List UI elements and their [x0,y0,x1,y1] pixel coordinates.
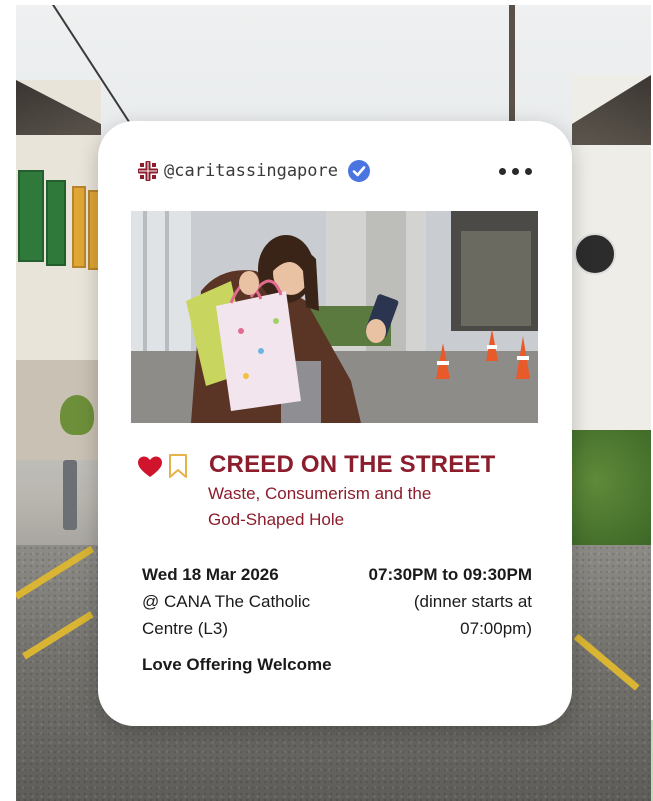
event-venue-line: @ CANA The Catholic [142,592,311,611]
window-shutter [18,170,44,262]
caritas-logo-icon [138,161,158,181]
heart-icon[interactable] [138,456,162,478]
event-subtitle: Waste, Consumerism and the God-Shaped Ho… [208,481,508,533]
dinner-note-line: (dinner starts at [413,592,532,611]
event-subtitle-line: God-Shaped Hole [208,510,345,529]
dinner-note-line: 07:00pm) [460,619,532,638]
more-dot [512,167,519,175]
event-photo [131,211,538,423]
time-info: 07:30PM to 09:30PM (dinner starts at 07:… [342,561,532,642]
window-shutter [46,180,66,266]
more-dot [525,167,532,175]
event-time: 07:30PM to 09:30PM [368,565,532,584]
offering-note: Love Offering Welcome [142,655,332,674]
utility-pole [509,5,515,123]
more-dot [499,167,506,175]
verified-check-icon [348,160,370,182]
potted-plant [60,395,94,435]
window-shutter [72,186,86,268]
shop-sign [574,233,616,275]
post-header: @caritassingapore [138,159,536,183]
account-handle[interactable]: @caritassingapore [164,161,338,181]
event-date: Wed 18 Mar 2026 [142,565,279,584]
event-subtitle-line: Waste, Consumerism and the [208,484,432,503]
event-venue-line: Centre (L3) [142,619,228,638]
more-options-button[interactable] [495,164,536,179]
photo-illustration [131,211,538,423]
event-title: CREED ON THE STREET [209,451,496,478]
event-post-card: @caritassingapore CREED ON THE STREET Wa… [98,121,572,726]
date-venue: Wed 18 Mar 2026 @ CANA The Catholic Cent… [142,561,342,642]
bollard [63,460,77,530]
bookmark-icon[interactable] [168,454,188,478]
